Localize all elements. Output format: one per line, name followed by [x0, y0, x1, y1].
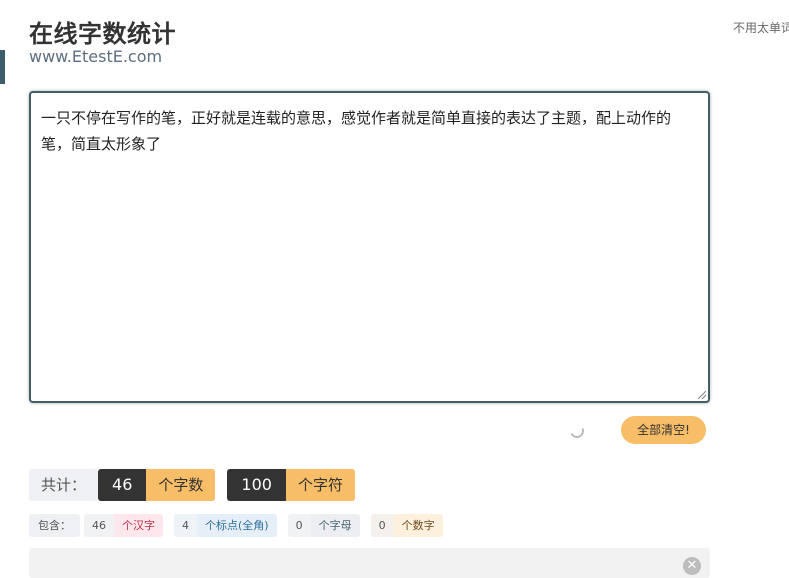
- letter-count-badge: 0 个字母: [287, 514, 360, 537]
- site-url: www.EtestE.com: [29, 47, 163, 66]
- punctuation-count-unit: 个标点(全角): [197, 514, 277, 537]
- text-input-area[interactable]: 一只不停在写作的笔，正好就是连载的意思，感觉作者就是简单直接的表达了主题，配上动…: [29, 91, 710, 403]
- punctuation-count-value: 4: [174, 514, 197, 537]
- summary-bar: 共计： 46 个字数 100 个字符: [29, 469, 355, 501]
- punctuation-count-badge: 4 个标点(全角): [174, 514, 277, 537]
- letter-count-unit: 个字母: [310, 514, 360, 537]
- breakdown-label: 包含：: [29, 514, 80, 537]
- close-icon[interactable]: ✕: [683, 557, 701, 575]
- digit-count-unit: 个数字: [393, 514, 443, 537]
- summary-label: 共计：: [29, 469, 99, 501]
- clear-all-button[interactable]: 全部清空!: [621, 416, 706, 444]
- side-accent-bar: [0, 50, 5, 84]
- char-count-badge: 100 个字符: [227, 469, 355, 501]
- hanzi-count-badge: 46 个汉字: [84, 514, 163, 537]
- letter-count-value: 0: [287, 514, 311, 537]
- text-input-content[interactable]: 一只不停在写作的笔，正好就是连载的意思，感觉作者就是简单直接的表达了主题，配上动…: [41, 105, 698, 157]
- hanzi-count-value: 46: [84, 514, 114, 537]
- char-count-unit: 个字符: [285, 469, 355, 501]
- word-count-unit: 个字数: [146, 469, 216, 501]
- breakdown-bar: 包含： 46 个汉字 4 个标点(全角) 0 个字母 0 个数字: [29, 514, 443, 537]
- word-count-value: 46: [98, 469, 147, 501]
- hanzi-count-unit: 个汉字: [114, 514, 163, 537]
- result-panel: [29, 548, 710, 578]
- resize-grip-icon[interactable]: [698, 391, 706, 399]
- digit-count-value: 0: [370, 514, 394, 537]
- page-title: 在线字数统计: [29, 20, 176, 48]
- char-count-value: 100: [227, 469, 286, 501]
- digit-count-badge: 0 个数字: [370, 514, 443, 537]
- right-side-note: 不用太单词: [733, 21, 789, 35]
- word-count-badge: 46 个字数: [98, 469, 216, 501]
- spinner-icon: [568, 422, 586, 440]
